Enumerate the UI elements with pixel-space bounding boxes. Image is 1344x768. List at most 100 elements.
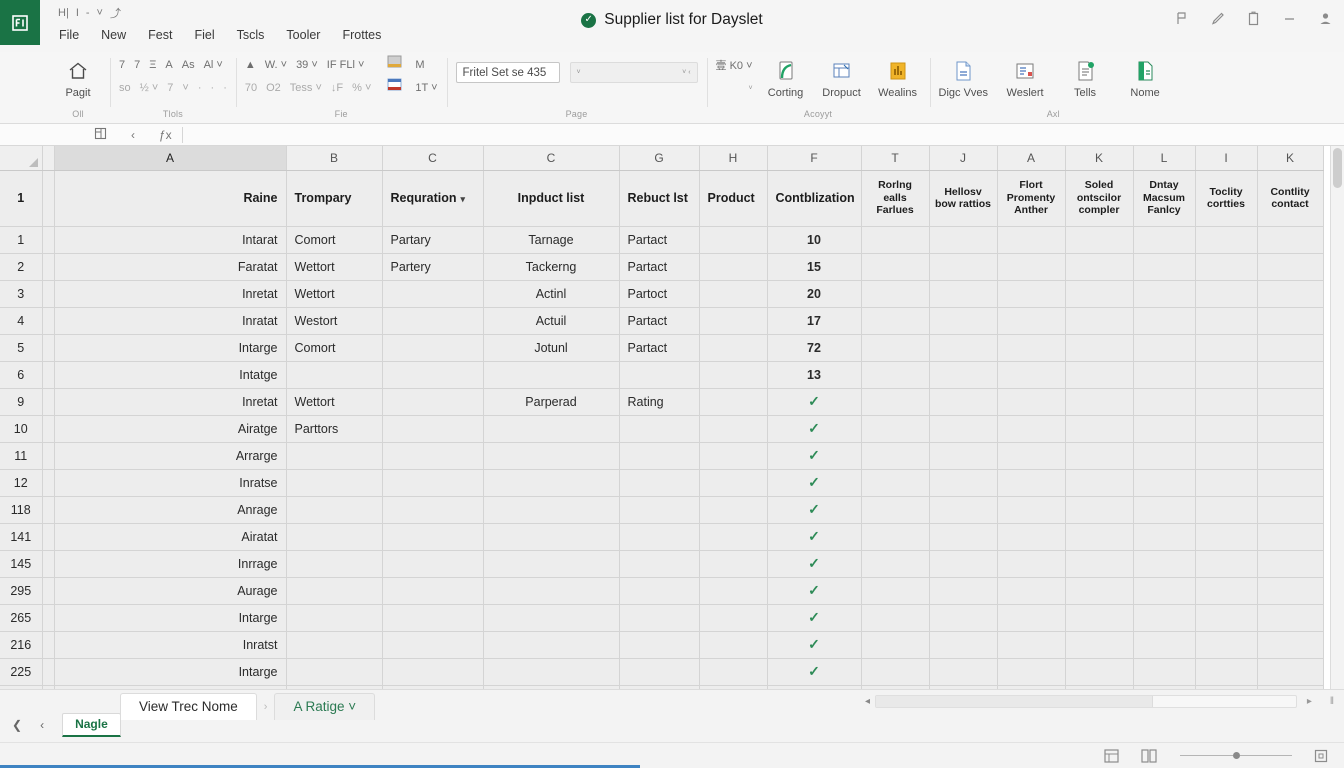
grid-cell[interactable] xyxy=(483,685,620,689)
row-header[interactable]: 6 xyxy=(0,361,43,389)
grid-cell[interactable] xyxy=(861,226,930,254)
account-icon[interactable] xyxy=(1317,10,1334,27)
header-cell-hellosv-bow-rattios[interactable]: Hellosv bow rattios xyxy=(929,170,998,227)
grid-cell[interactable]: Inretat xyxy=(54,280,287,308)
grid-cell[interactable]: ✓ xyxy=(767,685,862,689)
grid-cell[interactable] xyxy=(1195,442,1258,470)
grid-cell[interactable] xyxy=(861,253,930,281)
grid-cell[interactable] xyxy=(929,442,998,470)
grid-cell[interactable]: Partoct xyxy=(619,280,700,308)
grid-cell[interactable] xyxy=(861,496,930,524)
header-cell-rebuct-lst[interactable]: Rebuct lst xyxy=(619,170,700,227)
grid-cell[interactable] xyxy=(699,577,768,605)
grid-cell[interactable] xyxy=(483,604,620,632)
header-cell-toclity-cortties[interactable]: Toclity cortties xyxy=(1195,170,1258,227)
table-row[interactable]: 6 Intatge 13 xyxy=(0,361,1344,389)
vertical-scrollbar[interactable] xyxy=(1330,146,1344,689)
grid-cell[interactable] xyxy=(619,442,700,470)
grid-cell[interactable] xyxy=(699,334,768,362)
grid-cell[interactable]: Inratat xyxy=(54,307,287,335)
column-header-g[interactable]: G xyxy=(619,146,700,171)
grid-cell[interactable] xyxy=(382,550,484,578)
row-header[interactable]: 225 xyxy=(0,685,43,689)
grid-cell[interactable]: Prrthet xyxy=(54,685,287,689)
grid-cell[interactable] xyxy=(997,226,1066,254)
percent-dropdown[interactable]: % ˅ xyxy=(352,82,371,94)
grid-cell[interactable] xyxy=(929,469,998,497)
grid-cell[interactable] xyxy=(1195,334,1258,362)
grid-cell[interactable] xyxy=(861,685,930,689)
grid-cell[interactable] xyxy=(1133,550,1196,578)
grid-cell[interactable] xyxy=(1195,280,1258,308)
row-header[interactable]: 265 xyxy=(0,604,43,632)
grid-cell[interactable] xyxy=(1133,307,1196,335)
grid-cell[interactable] xyxy=(483,631,620,659)
grid-cell[interactable] xyxy=(1257,388,1324,416)
grid-cell[interactable] xyxy=(929,226,998,254)
grid-cell[interactable] xyxy=(929,388,998,416)
grid-cell[interactable]: ✓ xyxy=(767,469,862,497)
grid-cell[interactable] xyxy=(382,604,484,632)
header-cell-product[interactable]: Product xyxy=(699,170,768,227)
grid-cell[interactable] xyxy=(1065,496,1134,524)
grid-cell[interactable] xyxy=(483,577,620,605)
grid-cell[interactable] xyxy=(1257,307,1324,335)
qat-item-1[interactable]: I xyxy=(76,7,79,19)
table-row[interactable]: 9 Inretat Wettort Parperad Rating ✓ xyxy=(0,388,1344,416)
hscroll-right-arrow[interactable]: ▸ xyxy=(1307,696,1312,707)
column-header-b[interactable]: B xyxy=(286,146,383,171)
zoom-slider[interactable] xyxy=(1180,752,1292,759)
grid-cell[interactable] xyxy=(619,604,700,632)
ribbon-button-weslert[interactable]: Weslert xyxy=(1002,56,1048,99)
grid-cell[interactable] xyxy=(699,550,768,578)
grid-cell[interactable]: ✓ xyxy=(767,523,862,551)
grid-cell[interactable]: Partary xyxy=(382,226,484,254)
grid-cell[interactable] xyxy=(699,253,768,281)
grid-cell[interactable]: Partery xyxy=(382,253,484,281)
grid-cell[interactable] xyxy=(699,280,768,308)
grid-cell[interactable] xyxy=(997,307,1066,335)
grid-cell[interactable] xyxy=(929,550,998,578)
ghost-tab-view-trec-nome[interactable]: View Trec Nome xyxy=(120,693,257,720)
pen-icon[interactable] xyxy=(1209,10,1226,27)
minimize-icon[interactable] xyxy=(1281,10,1298,27)
grid-cell[interactable]: ✓ xyxy=(767,550,862,578)
grid-cell[interactable] xyxy=(861,361,930,389)
column-header-h[interactable]: H xyxy=(699,146,768,171)
grid-cell[interactable] xyxy=(286,685,383,689)
grid-cell[interactable] xyxy=(1257,334,1324,362)
grid-cell[interactable] xyxy=(1133,334,1196,362)
grid-cell[interactable] xyxy=(1133,442,1196,470)
grid-cell[interactable] xyxy=(382,334,484,362)
grid-cell[interactable] xyxy=(1133,388,1196,416)
grid-cell[interactable] xyxy=(1195,469,1258,497)
qat-item-2[interactable]: - xyxy=(86,7,90,19)
grid-cell[interactable] xyxy=(382,307,484,335)
grid-cell[interactable] xyxy=(1257,577,1324,605)
row-header[interactable]: 2 xyxy=(0,253,43,281)
grid-cell[interactable]: Aurage xyxy=(54,577,287,605)
grid-cell[interactable]: Comort xyxy=(286,334,383,362)
grid-cell[interactable] xyxy=(619,361,700,389)
grid-cell[interactable] xyxy=(483,523,620,551)
grid-cell[interactable]: Intarge xyxy=(54,334,287,362)
grid-cell[interactable] xyxy=(1133,631,1196,659)
row-header[interactable]: 9 xyxy=(0,388,43,416)
clipboard-icon[interactable] xyxy=(1245,10,1262,27)
column-header-a[interactable]: A xyxy=(54,146,287,171)
menu-item-file[interactable]: File xyxy=(58,26,80,44)
column-header-c2[interactable]: C xyxy=(483,146,620,171)
normal-view-icon[interactable] xyxy=(1104,748,1119,763)
menu-item-frottes[interactable]: Frottes xyxy=(341,26,382,44)
grid-cell[interactable] xyxy=(382,523,484,551)
grid-cell[interactable] xyxy=(699,523,768,551)
grid-cell[interactable] xyxy=(1065,469,1134,497)
grid-cell[interactable] xyxy=(861,442,930,470)
grid-cell[interactable] xyxy=(1133,469,1196,497)
grid-cell[interactable] xyxy=(997,550,1066,578)
header-cell-soled-ontscilor-compler[interactable]: Soled ontscilor compler xyxy=(1065,170,1134,227)
grid-cell[interactable] xyxy=(1065,658,1134,686)
grid-cell[interactable] xyxy=(1257,469,1324,497)
grid-cell[interactable]: Inretat xyxy=(54,388,287,416)
grid-cell[interactable]: Wettort xyxy=(286,388,383,416)
